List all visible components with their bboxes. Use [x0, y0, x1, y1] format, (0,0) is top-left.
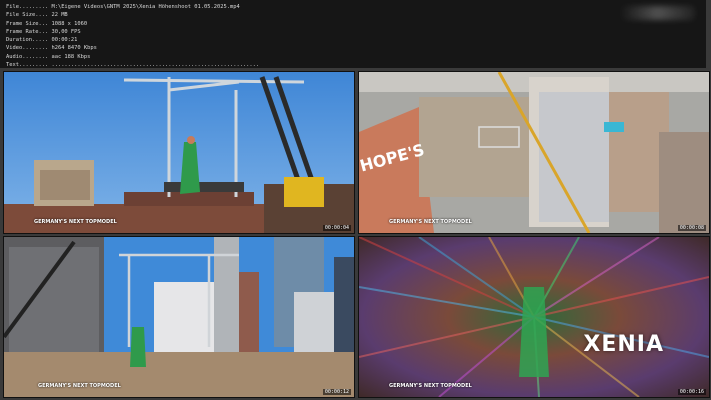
skyline-image — [4, 237, 354, 397]
info-row-audio: Audio........ aac 188 Kbps — [6, 53, 706, 61]
info-label: Video........ — [6, 45, 49, 52]
thumbnail-grid: GERMANY'S NEXT TOPMODEL 00:00:04 HOPE'S … — [3, 71, 710, 398]
info-value: ........................................… — [51, 62, 260, 69]
thumbnail-timestamp: 00:00:12 — [322, 389, 351, 395]
zoom-blur-image — [359, 237, 709, 397]
file-info-panel: File......... M:\Eigene Videos\GNTM 2025… — [0, 0, 706, 68]
info-value: M:\Eigene Videos\GNTM 2025\Xenia Höhensh… — [51, 4, 240, 10]
info-row-text: Text......... ..........................… — [6, 61, 706, 69]
info-row-file-size: File Size.... 22 MB — [6, 11, 706, 19]
thumbnail-2[interactable]: HOPE'S GERMANY'S NEXT TOPMODEL 00:00:08 — [358, 71, 710, 234]
thumbnail-3[interactable]: GERMANY'S NEXT TOPMODEL 00:00:12 — [3, 236, 355, 398]
info-value: 30,00 FPS — [51, 28, 81, 35]
info-label: Frame Size... — [6, 20, 49, 27]
info-label: Audio........ — [6, 53, 49, 60]
info-label: File......... — [6, 4, 49, 10]
crane-scene-image — [4, 72, 354, 233]
info-row-frame-size: Frame Size... 1088 x 1060 — [6, 20, 706, 28]
gntm-logo: GERMANY'S NEXT TOPMODEL — [38, 383, 121, 389]
info-value: 22 MB — [51, 12, 68, 19]
gntm-logo: GERMANY'S NEXT TOPMODEL — [389, 383, 472, 389]
gntm-logo: GERMANY'S NEXT TOPMODEL — [34, 219, 117, 225]
gntm-logo: GERMANY'S NEXT TOPMODEL — [389, 219, 472, 225]
info-value: 1088 x 1060 — [51, 20, 88, 27]
info-label: Text......... — [6, 62, 49, 69]
thumbnail-timestamp: 00:00:04 — [322, 225, 351, 231]
info-label: File Size.... — [6, 12, 49, 19]
aerial-city-image: HOPE'S — [359, 72, 709, 233]
thumbnail-1[interactable]: GERMANY'S NEXT TOPMODEL 00:00:04 — [3, 71, 355, 234]
logo-watermark-icon — [620, 6, 695, 20]
info-row-video: Video........ h264 8470 Kbps — [6, 44, 706, 52]
contestant-name-title: XENIA — [583, 332, 664, 357]
thumbnail-timestamp: 00:00:08 — [677, 225, 706, 231]
info-value: 00:00:21 — [51, 37, 78, 44]
info-label: Duration..... — [6, 37, 49, 44]
info-row-file: File......... M:\Eigene Videos\GNTM 2025… — [6, 3, 706, 11]
thumbnail-timestamp: 00:00:16 — [677, 389, 706, 395]
thumbnail-4[interactable]: XENIA GERMANY'S NEXT TOPMODEL 00:00:16 — [358, 236, 710, 398]
info-value: h264 8470 Kbps — [51, 45, 97, 52]
info-row-duration: Duration..... 00:00:21 — [6, 36, 706, 44]
info-value: aac 188 Kbps — [51, 53, 91, 60]
info-row-frame-rate: Frame Rate... 30,00 FPS — [6, 28, 706, 36]
info-label: Frame Rate... — [6, 28, 49, 35]
